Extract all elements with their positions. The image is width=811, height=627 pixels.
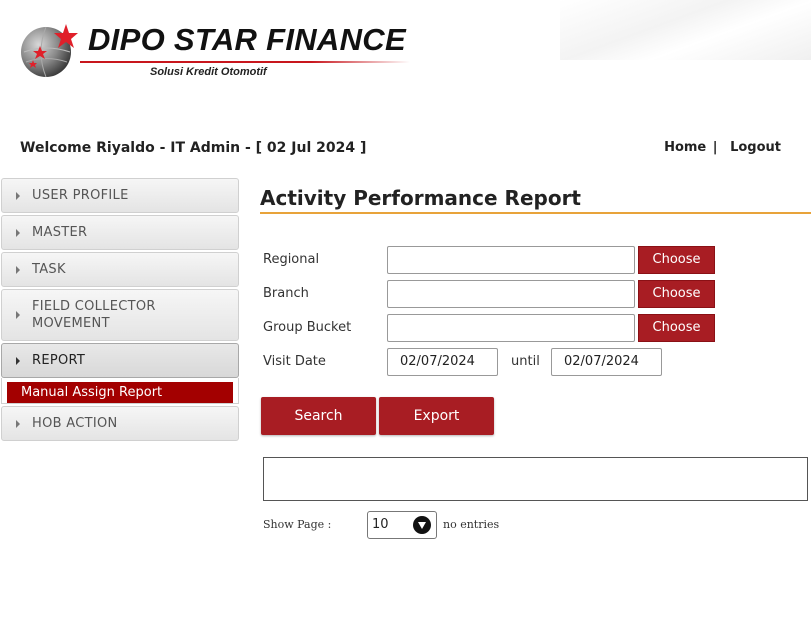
group-bucket-choose-button[interactable]: Choose (638, 314, 715, 342)
results-area (263, 457, 808, 501)
branch-choose-button[interactable]: Choose (638, 280, 715, 308)
globe-star-logo-icon (21, 24, 78, 78)
link-separator: | (712, 140, 718, 155)
group-bucket-label: Group Bucket (263, 320, 352, 335)
page-header: DIPO STAR FINANCE Solusi Kredit Otomotif (0, 0, 811, 110)
until-label: until (511, 354, 540, 369)
home-link[interactable]: Home (664, 140, 706, 155)
brand-name: DIPO STAR FINANCE (88, 22, 406, 57)
brand-logo[interactable]: DIPO STAR FINANCE Solusi Kredit Otomotif (20, 22, 420, 82)
caret-right-icon (16, 311, 20, 319)
sidebar-item-label: REPORT (32, 353, 86, 368)
sidebar-item-label: TASK (32, 262, 66, 277)
brand-tagline: Solusi Kredit Otomotif (150, 66, 267, 78)
show-page-label: Show Page : (263, 518, 332, 531)
no-entries-label: no entries (443, 518, 500, 531)
sidebar-item-label: MASTER (32, 225, 88, 240)
branch-row: Branch Choose (263, 280, 723, 308)
sidebar-menu: USER PROFILE MASTER TASK FIELD COLLECTOR… (1, 178, 239, 443)
sidebar-item-user-profile[interactable]: USER PROFILE (1, 178, 239, 213)
search-button[interactable]: Search (261, 397, 376, 435)
logout-link[interactable]: Logout (730, 140, 781, 155)
caret-right-icon (16, 419, 20, 428)
sidebar-item-hob-action[interactable]: HOB ACTION (1, 406, 239, 441)
brand-underline (80, 61, 410, 63)
visit-date-label: Visit Date (263, 354, 326, 369)
group-bucket-field[interactable] (387, 314, 635, 342)
sidebar-item-label: HOB ACTION (32, 416, 118, 431)
visit-date-row: Visit Date 02/07/2024 until 02/07/2024 (263, 348, 683, 376)
top-nav-links: Home | Logout (664, 140, 781, 155)
sidebar-item-label: USER PROFILE (32, 188, 129, 203)
chevron-down-circle-icon (413, 516, 431, 534)
caret-right-icon (16, 228, 20, 237)
regional-field[interactable] (387, 246, 635, 274)
caret-right-icon (16, 265, 20, 274)
sidebar-item-label: FIELD COLLECTOR MOVEMENT (32, 299, 156, 331)
action-buttons: Search Export (261, 397, 501, 435)
branch-field[interactable] (387, 280, 635, 308)
submenu-item-manual-assign-report[interactable]: Manual Assign Report (7, 382, 233, 403)
caret-right-icon (16, 356, 20, 365)
page-size-value: 10 (372, 517, 389, 532)
group-bucket-row: Group Bucket Choose (263, 314, 723, 342)
welcome-text: Welcome Riyaldo - IT Admin - [ 02 Jul 20… (20, 140, 367, 156)
page-title: Activity Performance Report (260, 186, 811, 214)
header-decoration (560, 0, 811, 60)
page-size-select[interactable]: 10 (367, 511, 437, 539)
branch-label: Branch (263, 286, 309, 301)
sidebar-item-report[interactable]: REPORT (1, 343, 239, 378)
main-content: Activity Performance Report (260, 186, 811, 214)
sidebar-item-task[interactable]: TASK (1, 252, 239, 287)
visit-date-from-field[interactable]: 02/07/2024 (387, 348, 498, 376)
report-submenu: Manual Assign Report (1, 378, 239, 404)
visit-date-to-field[interactable]: 02/07/2024 (551, 348, 662, 376)
regional-label: Regional (263, 252, 320, 267)
export-button[interactable]: Export (379, 397, 494, 435)
sidebar-item-master[interactable]: MASTER (1, 215, 239, 250)
regional-row: Regional Choose (263, 246, 723, 274)
caret-right-icon (16, 191, 20, 200)
regional-choose-button[interactable]: Choose (638, 246, 715, 274)
sidebar-item-field-collector-movement[interactable]: FIELD COLLECTOR MOVEMENT (1, 289, 239, 341)
